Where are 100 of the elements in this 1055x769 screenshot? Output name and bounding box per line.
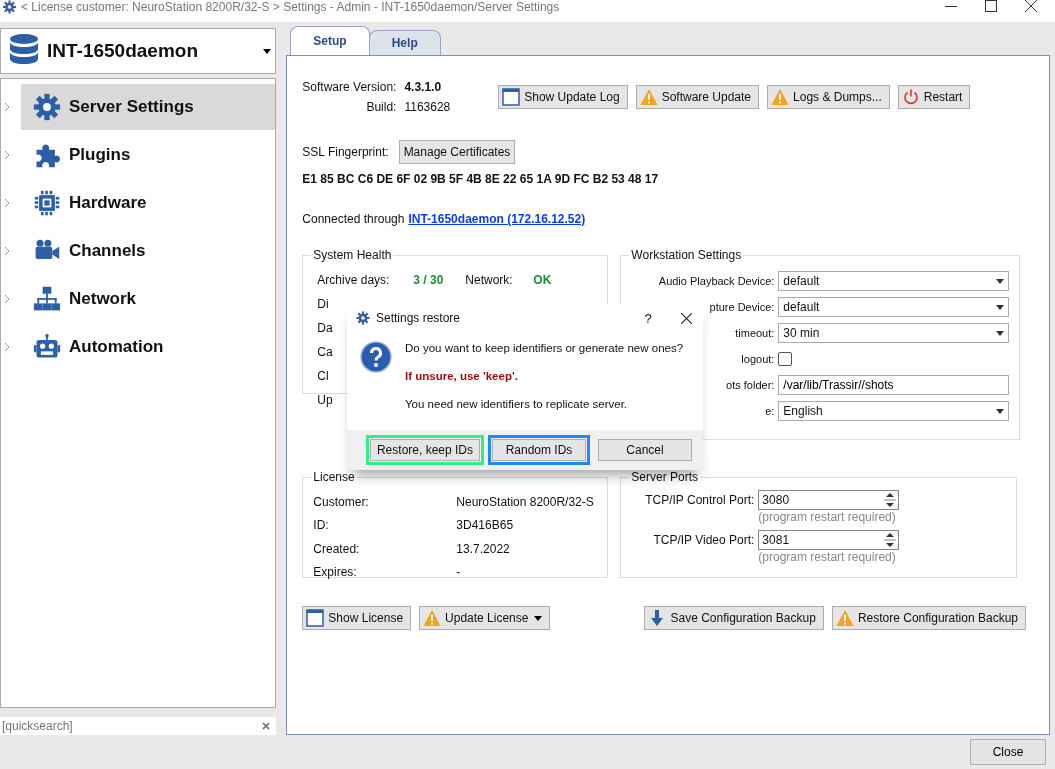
- caret-icon: [996, 304, 1005, 310]
- action-button[interactable]: Update License: [419, 606, 551, 630]
- toolbar-button[interactable]: Restart: [897, 85, 971, 109]
- field-label: pture Device:: [708, 301, 776, 313]
- caret-icon: [534, 615, 543, 621]
- server-selector[interactable]: INT-1650daemon: [0, 28, 277, 74]
- field-value: NeuroStation 8200R/32-S: [456, 494, 594, 509]
- action-button[interactable]: Restore Configuration Backup: [831, 606, 1026, 630]
- gear-icon: [356, 311, 370, 325]
- network-icon: [33, 285, 61, 313]
- spinner-arrows-icon[interactable]: [882, 532, 899, 548]
- warning-message: If unsure, use 'keep'.: [405, 370, 519, 382]
- chip-icon: [33, 189, 61, 217]
- hint-text: (program restart required): [757, 550, 897, 564]
- sidebar-item[interactable]: Automation: [21, 324, 276, 370]
- field-value: -: [456, 565, 461, 580]
- checkbox[interactable]: [778, 352, 793, 366]
- field-label: Cl: [317, 369, 329, 383]
- help-button[interactable]: ?: [633, 310, 663, 326]
- chevron-icon[interactable]: [4, 198, 11, 208]
- dialog-button[interactable]: Restore, keep IDs: [369, 439, 480, 461]
- sidebar-item[interactable]: Hardware: [21, 180, 276, 226]
- dropdown[interactable]: default: [778, 297, 1010, 317]
- field-label: Di: [317, 297, 329, 311]
- dialog-message: Do you want to keep identifiers or generate new ones?: [405, 342, 684, 354]
- warning-icon: [835, 609, 854, 627]
- connected-label: Connected through: [302, 212, 405, 226]
- chevron-icon[interactable]: [4, 294, 11, 304]
- dialog-button[interactable]: Random IDs: [492, 439, 586, 461]
- group-title: System Health: [312, 248, 393, 262]
- build-value: 1163628: [404, 100, 451, 114]
- field-label: ID:: [313, 518, 330, 533]
- window-icon: [306, 609, 325, 627]
- close-icon[interactable]: [680, 312, 692, 324]
- field-label: Customer:: [313, 494, 370, 509]
- chevron-icon[interactable]: [4, 150, 11, 160]
- version-value: 4.3.1.0: [404, 80, 443, 94]
- field-label: Expires:: [313, 565, 358, 580]
- chevron-icon[interactable]: [4, 102, 11, 112]
- caret-icon: [996, 330, 1005, 336]
- field-label: logout:: [740, 353, 776, 365]
- toolbar-button[interactable]: Software Update: [635, 85, 760, 109]
- field-label: TCP/IP Control Port:: [644, 493, 755, 507]
- caret-icon: [996, 408, 1005, 414]
- tab[interactable]: Help: [368, 30, 441, 55]
- sidebar-item[interactable]: Channels: [21, 228, 276, 274]
- toolbar-button[interactable]: Logs & Dumps...: [767, 85, 890, 109]
- warning-icon: [771, 88, 790, 106]
- dialog-title: Settings restore: [376, 311, 461, 325]
- field-label: e:: [764, 405, 776, 417]
- group-title: License: [312, 470, 356, 484]
- tab[interactable]: Setup: [290, 26, 370, 55]
- group-title: Server Ports: [630, 470, 700, 484]
- field-label: Archive days:: [317, 273, 391, 287]
- port-spinbox[interactable]: 3080: [758, 490, 900, 510]
- caret-icon: [263, 48, 272, 54]
- dialog-button[interactable]: Cancel: [598, 439, 692, 461]
- spinner-arrows-icon[interactable]: [882, 492, 899, 508]
- field-value: 3 / 30: [413, 273, 445, 287]
- field-label: TCP/IP Video Port:: [652, 533, 755, 547]
- warning-icon: [423, 609, 442, 627]
- field-label: timeout:: [734, 327, 776, 339]
- gear-icon: [33, 93, 61, 121]
- question-icon: [360, 341, 392, 373]
- port-spinbox[interactable]: 3081: [758, 530, 900, 550]
- close-button[interactable]: Close: [970, 739, 1046, 765]
- chevron-icon[interactable]: [4, 246, 11, 256]
- manage-certificates-button[interactable]: Manage Certificates: [398, 140, 516, 164]
- field-label: Ca: [317, 345, 333, 359]
- maximize-icon[interactable]: [985, 0, 997, 12]
- sidebar-item[interactable]: Server Settings: [21, 84, 276, 130]
- sidebar-item[interactable]: Network: [21, 276, 276, 322]
- clear-icon[interactable]: [262, 722, 271, 730]
- sidebar-item[interactable]: Plugins: [21, 132, 276, 178]
- field-label: Up: [317, 393, 333, 407]
- dropdown[interactable]: 30 min: [778, 323, 1010, 343]
- field-label: Da: [317, 321, 333, 335]
- power-icon: [901, 88, 920, 106]
- version-label: Software Version:: [302, 80, 397, 94]
- window-title: < License customer: NeuroStation 8200R/32-S > Settings - Admin - INT-1650daemon/Server Settings: [21, 0, 560, 14]
- dropdown[interactable]: English: [778, 401, 1010, 421]
- warning-icon: [639, 88, 658, 106]
- action-button[interactable]: Show License: [302, 606, 412, 630]
- input-field[interactable]: /var/lib/Trassir//shots: [778, 375, 1010, 395]
- chevron-icon[interactable]: [4, 342, 11, 352]
- server-link[interactable]: INT-1650daemon (172.16.12.52): [408, 212, 586, 226]
- caret-icon: [996, 278, 1005, 284]
- field-value: 3D416B65: [456, 518, 514, 533]
- field-label: Network:: [465, 273, 514, 287]
- close-icon[interactable]: [1025, 0, 1037, 12]
- group-title: Workstation Settings: [630, 248, 743, 262]
- robot-icon: [33, 333, 61, 361]
- toolbar-button[interactable]: Show Update Log: [498, 85, 628, 109]
- dropdown[interactable]: default: [778, 271, 1010, 291]
- hint-text: (program restart required): [757, 510, 897, 524]
- ssl-fingerprint: E1 85 BC C6 DE 6F 02 9B 5F 4B 8E 22 65 1A 9D FC B2 53 48 17: [302, 172, 660, 186]
- ssl-label: SSL Fingerprint:: [302, 145, 389, 159]
- window-icon: [502, 88, 521, 106]
- field-label: Created:: [313, 541, 361, 556]
- action-button[interactable]: Save Configuration Backup: [644, 606, 824, 630]
